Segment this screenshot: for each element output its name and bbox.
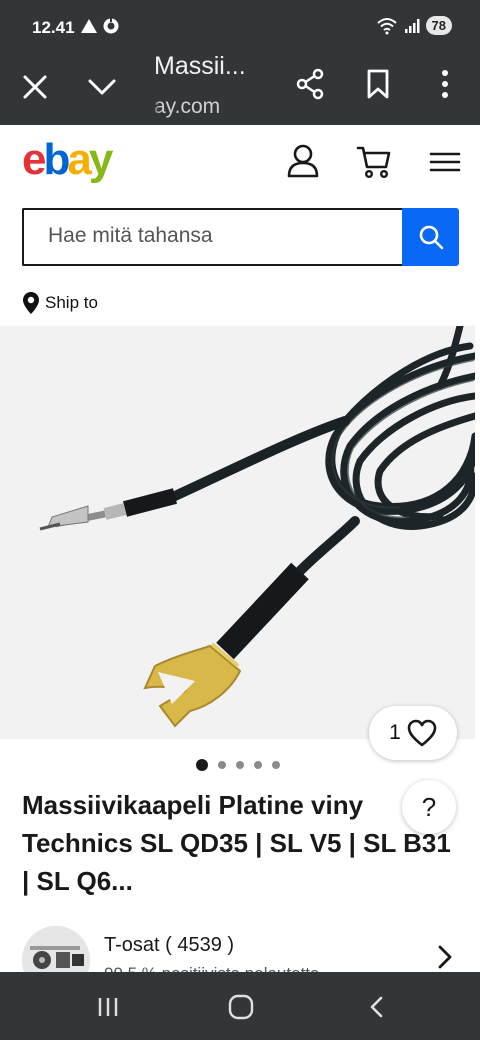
- seller-avatar: [22, 926, 90, 972]
- share-icon[interactable]: [295, 68, 325, 100]
- data-saver-icon: [103, 18, 119, 34]
- help-icon: ?: [421, 791, 437, 822]
- pagination-dot[interactable]: [236, 761, 244, 769]
- recents-icon[interactable]: [96, 996, 120, 1018]
- pagination-dot[interactable]: [218, 761, 226, 769]
- hamburger-menu-icon[interactable]: [428, 147, 462, 177]
- back-icon[interactable]: [366, 995, 386, 1019]
- more-vert-icon[interactable]: [433, 68, 457, 100]
- image-pagination-dots: [196, 759, 280, 771]
- battery-indicator: 78: [425, 16, 452, 35]
- close-icon[interactable]: [20, 72, 50, 102]
- custom-tab-toolbar: Massii... ay.com: [0, 52, 480, 125]
- location-pin-icon: [23, 292, 39, 314]
- status-system-icons: 78: [376, 16, 452, 35]
- search-bar: [22, 208, 404, 266]
- heart-icon: [407, 719, 437, 747]
- ship-to-label: Ship to: [45, 293, 98, 312]
- status-bar: 12.41 78: [0, 0, 480, 52]
- tab-page-url[interactable]: ay.com: [154, 95, 220, 119]
- bookmark-icon[interactable]: [364, 68, 392, 100]
- ebay-logo[interactable]: ebay: [22, 135, 113, 185]
- cable-photo: [0, 326, 475, 739]
- pagination-dot[interactable]: [272, 761, 280, 769]
- help-button[interactable]: ?: [402, 780, 456, 834]
- search-icon: [419, 225, 443, 250]
- watchlist-button[interactable]: 1: [369, 706, 457, 760]
- page: 12.41 78 Massii... ay.com ebay Hae mitä …: [0, 0, 480, 1040]
- pagination-dot[interactable]: [254, 761, 262, 769]
- seller-card[interactable]: T-osat ( 4539 ) 99,5 % positiivista pala…: [22, 926, 462, 972]
- tab-page-title: Massii...: [154, 52, 246, 80]
- chevron-right-icon: [438, 945, 452, 969]
- seller-avatar-image: [22, 926, 90, 972]
- system-navigation-bar: [0, 972, 480, 1040]
- product-image[interactable]: [0, 326, 475, 739]
- product-title: Massiivikaapeli Platine viny Technics SL…: [22, 790, 451, 896]
- seller-name: T-osat ( 4539 ): [104, 934, 235, 956]
- cart-icon[interactable]: [356, 143, 392, 179]
- search-input[interactable]: [48, 224, 388, 248]
- chevron-down-icon[interactable]: [86, 72, 118, 102]
- like-count: 1: [389, 721, 401, 744]
- status-time: 12.41: [32, 18, 75, 37]
- warning-triangle-icon: [81, 19, 97, 33]
- wifi-icon: [376, 17, 397, 34]
- home-icon[interactable]: [228, 994, 254, 1020]
- seller-feedback: 99,5 % positiivista palautetta: [104, 964, 319, 972]
- user-icon[interactable]: [286, 143, 320, 179]
- pagination-dot-active[interactable]: [196, 759, 208, 771]
- signal-icon: [404, 18, 420, 33]
- site-header: ebay: [0, 125, 480, 200]
- url-fade: [146, 92, 160, 122]
- ship-to-link[interactable]: Ship to: [22, 290, 98, 316]
- status-notification-icons: [80, 17, 120, 35]
- search-button[interactable]: [402, 208, 459, 266]
